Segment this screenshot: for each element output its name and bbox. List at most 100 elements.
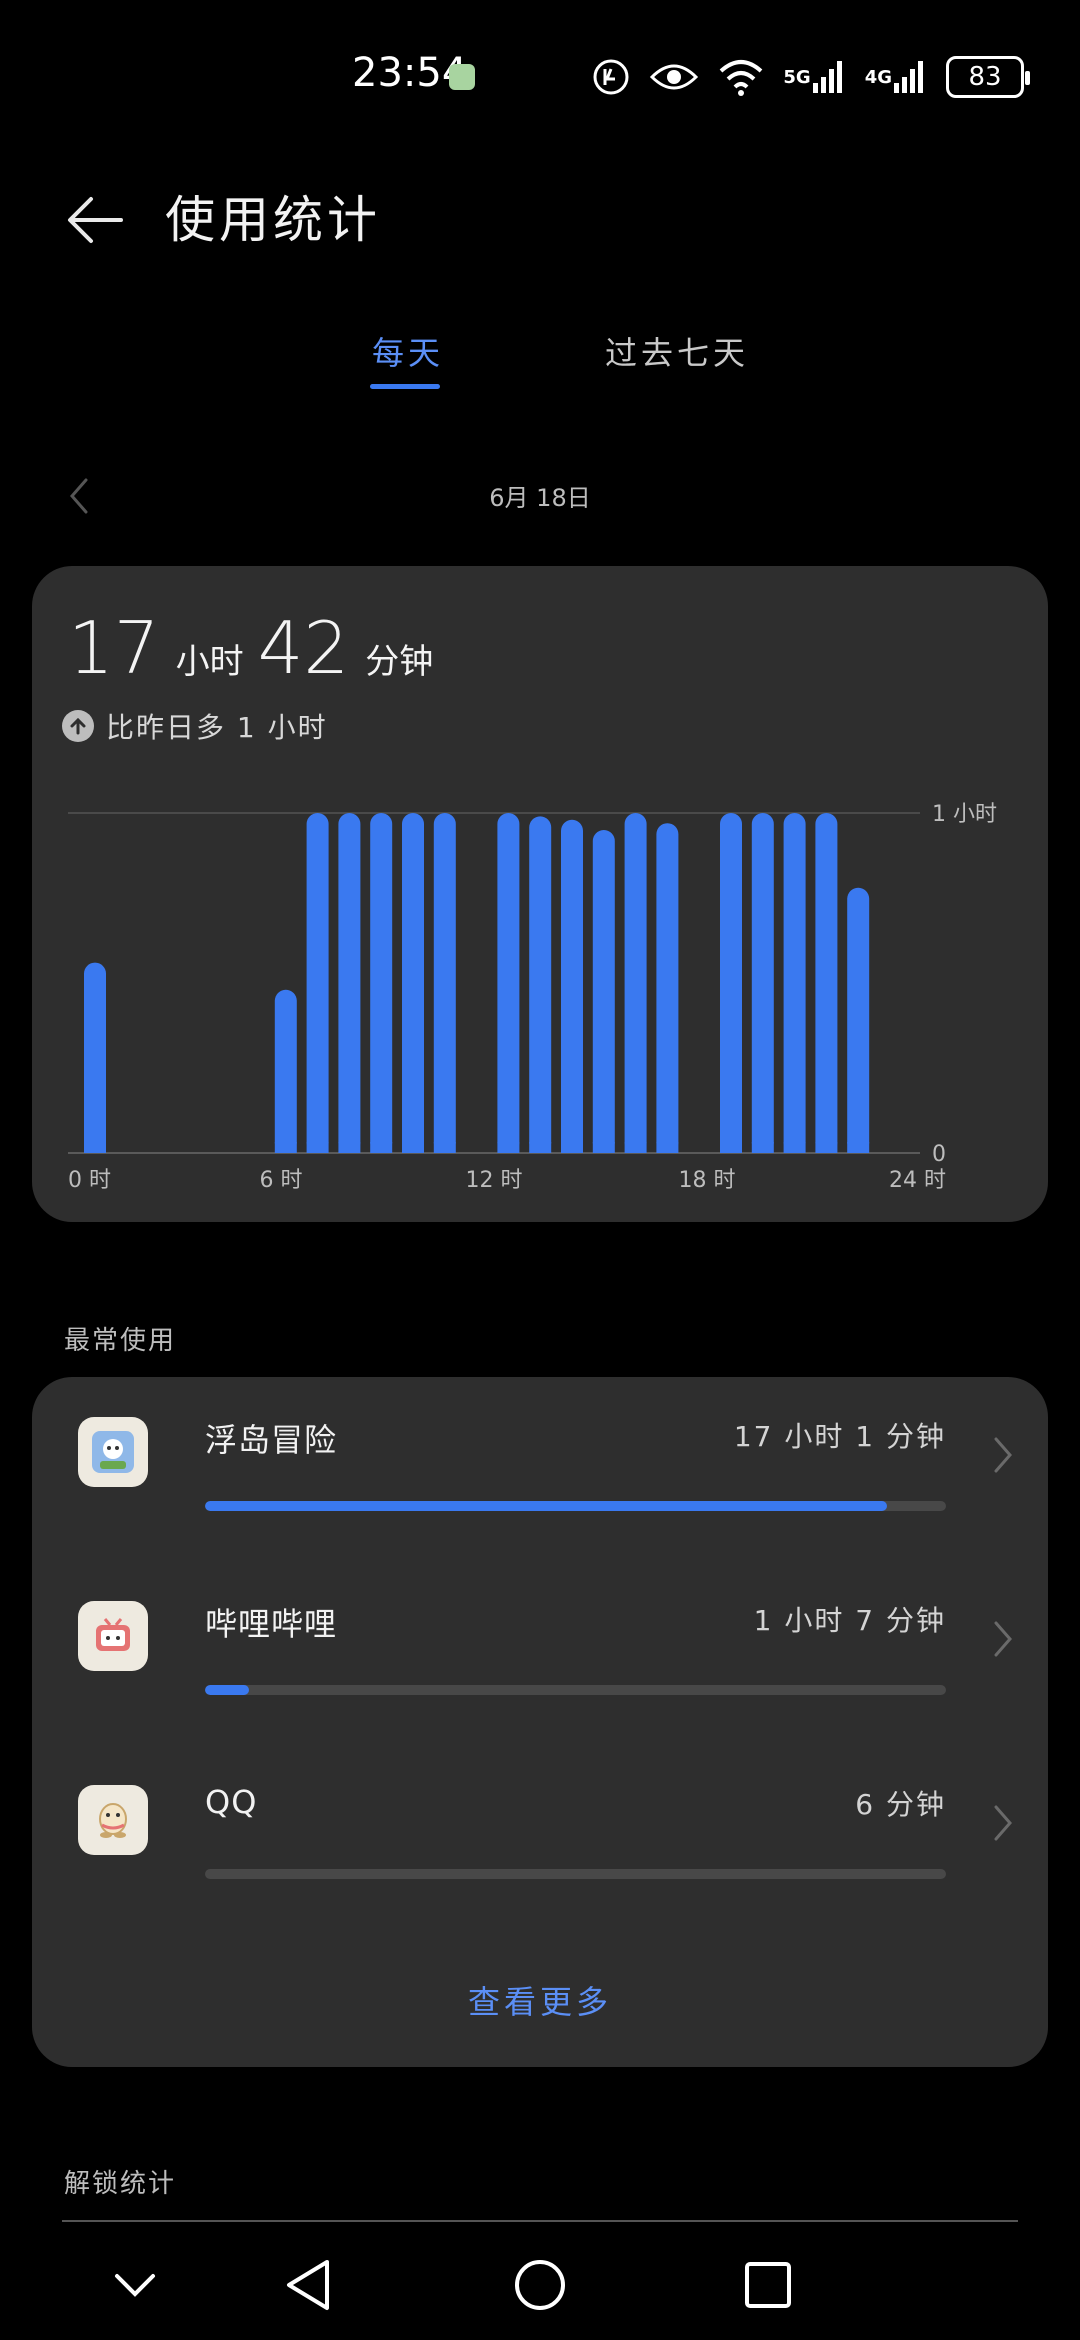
chart-bar-10 [402, 813, 424, 1153]
see-more-button[interactable]: 查看更多 [32, 1977, 1048, 2023]
chart-bar-17-base [624, 1142, 647, 1153]
usage-summary-card: 17 小时 42 分钟 比昨日多 1 小时 0 时6 时 12 时 18 时 24 时… [32, 566, 1048, 1222]
chart-xtick-label: 0 时 [68, 1168, 111, 1193]
status-bar: 23:54 5G 4G 83 [0, 0, 1080, 150]
chart-bar-6-base [274, 1142, 297, 1153]
nav-recents-button[interactable] [733, 2250, 803, 2320]
chart-ytick-label: 1 小时 [932, 802, 997, 827]
chevron-right-icon [988, 1433, 1018, 1477]
chart-bar-14 [529, 816, 552, 1153]
chart-bar-17 [624, 813, 647, 1153]
nav-home-button[interactable] [505, 2250, 575, 2320]
app-usage-bar [205, 1869, 946, 1879]
chart-bar-11-base [433, 1142, 456, 1153]
chart-bar-0-base [84, 1142, 106, 1153]
chart-bar-21-base [751, 1142, 774, 1153]
triangle-back-icon [287, 2260, 329, 2310]
chart-bar-23 [815, 813, 838, 1153]
chart-bar-20 [720, 813, 742, 1153]
app-usage-time: 6 分钟 [855, 1788, 946, 1821]
chart-bar-18 [656, 823, 679, 1153]
navigation-bar [0, 2230, 1080, 2340]
date-selector: 6月 18日 [0, 470, 1080, 520]
most-used-card: 浮岛冒险 17 小时 1 分钟 哔哩哔哩 1 小时 7 分钟 QQ 6 分钟 查… [32, 1377, 1048, 2067]
chart-bar-8-base [338, 1142, 361, 1153]
chart-bar-10-base [402, 1142, 424, 1153]
app-usage-bar [205, 1685, 946, 1695]
app-usage-time: 17 小时 1 分钟 [733, 1420, 946, 1453]
app-header: 使用统计 [0, 170, 1080, 270]
chart-bar-22-base [783, 1142, 806, 1153]
chart-bar-8 [338, 813, 361, 1153]
unlock-stats-label: 解锁统计 [64, 2169, 177, 2199]
fudao-app-icon [78, 1417, 148, 1487]
network-4g-label: 4G [864, 66, 892, 88]
app-usage-bar [205, 1501, 946, 1511]
chevron-right-icon [988, 1617, 1018, 1661]
chart-bar-0 [84, 962, 106, 1153]
chevron-right-icon [988, 1801, 1018, 1845]
chevron-down-icon [115, 2274, 155, 2297]
signal-5g-icon: 5G [783, 59, 846, 95]
chart-bar-22 [783, 813, 806, 1153]
chart-bar-20-base [720, 1142, 742, 1153]
period-tabs: 每天 过去七天 [0, 320, 1080, 400]
chart-bar-24-base [847, 1142, 870, 1153]
most-used-label: 最常使用 [64, 1326, 177, 1356]
chart-xtick-label: 24 时 [889, 1168, 946, 1193]
chart-bar-9 [370, 813, 393, 1153]
chart-bar-9-base [370, 1142, 393, 1153]
chart-xtick-label: 6 时 [260, 1168, 303, 1193]
notification-app-icon [449, 64, 475, 90]
chart-bar-14-base [529, 1142, 552, 1153]
divider [62, 2220, 1018, 2222]
app-row-bilibili[interactable]: 哔哩哔哩 1 小时 7 分钟 [32, 1561, 1048, 1711]
chart-bar-7-base [306, 1142, 329, 1153]
chart-bar-16-base [592, 1142, 615, 1153]
hd-call-icon [591, 57, 631, 97]
chart-ytick-label: 0 [932, 1142, 946, 1167]
wifi-icon [717, 57, 765, 97]
app-usage-time: 1 小时 7 分钟 [753, 1604, 946, 1637]
chart-xtick-label: 12 时 [466, 1168, 523, 1193]
back-arrow-icon [68, 197, 123, 243]
chart-bar-18-base [656, 1142, 679, 1153]
battery-icon: 83 [946, 56, 1030, 98]
app-name: QQ [205, 1783, 258, 1821]
nav-back-button[interactable] [273, 2250, 343, 2320]
chart-bar-13 [497, 813, 520, 1153]
hourly-usage-chart: 0 时 6 时 12 时 18 时 24 时 1 小时 0 [68, 802, 997, 1193]
network-5g-label: 5G [783, 66, 811, 88]
chart-bar-6 [274, 989, 297, 1153]
app-name: 哔哩哔哩 [205, 1605, 338, 1643]
status-icons: 5G 4G 83 [591, 56, 1030, 98]
chart-xtick-label: 18 时 [679, 1168, 736, 1193]
chart-bar-21 [751, 813, 774, 1153]
tab-past-seven-days[interactable]: 过去七天 [605, 328, 749, 374]
chart-bar-7 [306, 813, 329, 1153]
hide-nav-button[interactable] [100, 2250, 170, 2320]
circle-home-icon [515, 2260, 565, 2310]
app-row-qq[interactable]: QQ 6 分钟 [32, 1745, 1048, 1895]
app-name: 浮岛冒险 [205, 1421, 338, 1459]
app-usage-bar-fill [205, 1685, 250, 1695]
eye-comfort-icon [649, 60, 699, 94]
back-button[interactable] [60, 185, 130, 255]
tab-daily[interactable]: 每天 [372, 328, 444, 374]
bilibili-app-icon [78, 1601, 148, 1671]
chart-bar-13-base [497, 1142, 520, 1153]
chart-bar-15-base [561, 1142, 583, 1153]
page-title: 使用统计 [165, 191, 381, 249]
date-label: 6月 18日 [489, 484, 591, 512]
active-tab-indicator [370, 384, 440, 389]
chart-bar-15 [561, 819, 583, 1153]
square-recents-icon [745, 2262, 791, 2308]
qq-app-icon [78, 1785, 148, 1855]
app-usage-bar-fill [205, 1501, 887, 1511]
chart-bar-11 [433, 813, 456, 1153]
signal-4g-icon: 4G [865, 59, 928, 95]
chart-bar-23-base [815, 1142, 838, 1153]
app-row-fudao[interactable]: 浮岛冒险 17 小时 1 分钟 [32, 1377, 1048, 1527]
chart-bar-16 [592, 830, 615, 1153]
chart-bar-24 [847, 887, 870, 1153]
